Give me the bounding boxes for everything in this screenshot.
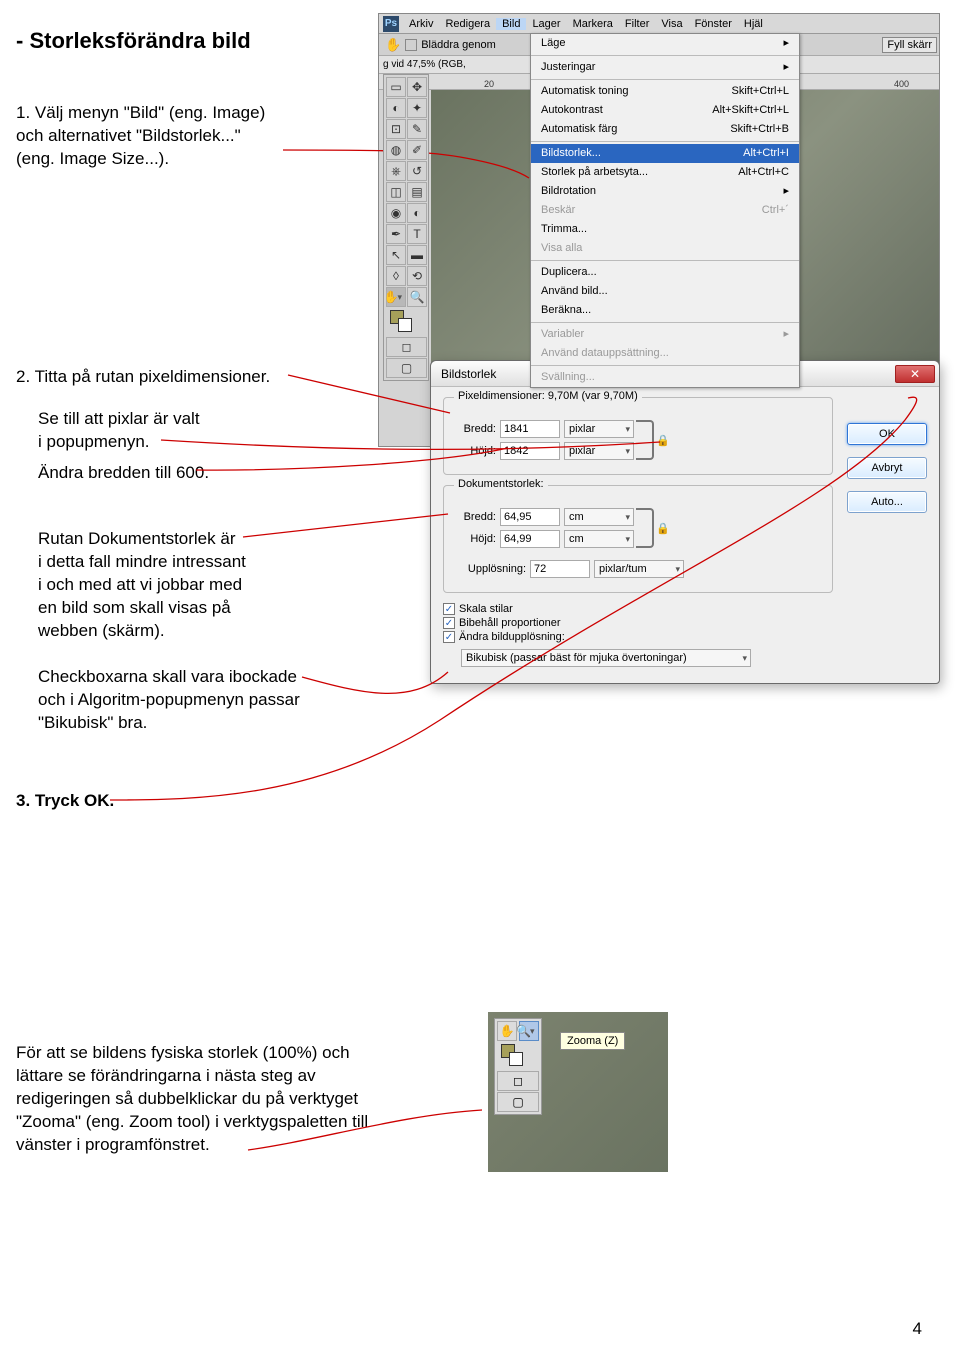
submenu-bildstorlek[interactable]: Bildstorlek... Alt+Ctrl+I	[531, 144, 799, 163]
gradient-tool-icon[interactable]: ▤	[407, 182, 427, 202]
l: Bildstorlek...	[541, 146, 601, 161]
separator	[531, 260, 799, 261]
submenu-arbetsyta[interactable]: Storlek på arbetsyta... Alt+Ctrl+C	[531, 163, 799, 182]
type-tool-icon[interactable]: T	[407, 224, 427, 244]
screenmode-icon[interactable]: ▢	[386, 358, 427, 378]
submenu-datauppsattning: Använd datauppsättning...	[531, 344, 799, 363]
eyedropper-tool-icon[interactable]: ✎	[407, 119, 427, 139]
separator	[531, 365, 799, 366]
wand-tool-icon[interactable]: ✦	[407, 98, 427, 118]
separator	[531, 322, 799, 323]
page-number: 4	[913, 1319, 922, 1339]
l: Storlek på arbetsyta...	[541, 165, 648, 180]
dodge-tool-icon[interactable]: ◐	[407, 203, 427, 223]
3d-tool-icon[interactable]: ◊	[386, 266, 406, 286]
l: Justeringar	[541, 60, 595, 75]
submenu-variabler: Variabler ▸	[531, 325, 799, 344]
submenu-lage[interactable]: Läge ▸	[531, 34, 799, 53]
r: Skift+Ctrl+B	[730, 122, 789, 137]
submenu-duplicera[interactable]: Duplicera...	[531, 263, 799, 282]
submenu-svallning: Svällning...	[531, 368, 799, 387]
stamp-tool-icon[interactable]: ⎈	[386, 161, 406, 181]
l: Läge	[541, 36, 565, 51]
submenu-berakna[interactable]: Beräkna...	[531, 301, 799, 320]
submenu-trimma[interactable]: Trimma...	[531, 220, 799, 239]
brush-tool-icon[interactable]: ✐	[407, 140, 427, 160]
pen-tool-icon[interactable]: ✒	[386, 224, 406, 244]
submenu-beskar: Beskär Ctrl+´	[531, 201, 799, 220]
r: ▸	[783, 327, 789, 342]
history-tool-icon[interactable]: ↺	[407, 161, 427, 181]
l: Variabler	[541, 327, 584, 342]
r: Alt+Ctrl+C	[738, 165, 789, 180]
l: Visa alla	[541, 241, 582, 256]
zoom-tool-icon[interactable]: 🔍	[407, 287, 427, 307]
submenu-visaalla: Visa alla	[531, 239, 799, 258]
submenu-autofarg[interactable]: Automatisk färg Skift+Ctrl+B	[531, 120, 799, 139]
l: Duplicera...	[541, 265, 597, 280]
submenu-justeringar[interactable]: Justeringar ▸	[531, 58, 799, 77]
l: Automatisk färg	[541, 122, 617, 137]
l: Använd datauppsättning...	[541, 346, 669, 361]
separator	[531, 79, 799, 80]
l: Trimma...	[541, 222, 587, 237]
move-tool-icon[interactable]: ✥	[407, 77, 427, 97]
l: Använd bild...	[541, 284, 608, 299]
l: Beskär	[541, 203, 575, 218]
r: ▸	[783, 36, 789, 51]
r: Alt+Ctrl+I	[743, 146, 789, 161]
r: Alt+Skift+Ctrl+L	[712, 103, 789, 118]
l: Bildrotation	[541, 184, 596, 199]
submenu-anvandbild[interactable]: Använd bild...	[531, 282, 799, 301]
r: ▸	[783, 60, 789, 75]
r: ▸	[783, 184, 789, 199]
tools-palette: ▭ ✥ ◐ ✦ ⊡ ✎ ◍ ✐ ⎈ ↺ ◫ ▤ ◉ ◐ ✒ T ↖ ▬ ◊ ⟲ …	[383, 74, 429, 381]
l: Svällning...	[541, 370, 595, 385]
callout-lines	[0, 0, 960, 900]
separator	[531, 141, 799, 142]
r: Skift+Ctrl+L	[732, 84, 789, 99]
l: Automatisk toning	[541, 84, 628, 99]
r: Ctrl+´	[762, 203, 789, 218]
submenu-rotation[interactable]: Bildrotation ▸	[531, 182, 799, 201]
bild-submenu: Läge ▸ Justeringar ▸ Automatisk toning Skif…	[530, 33, 800, 388]
eraser-tool-icon[interactable]: ◫	[386, 182, 406, 202]
submenu-autoton[interactable]: Automatisk toning Skift+Ctrl+L	[531, 82, 799, 101]
lasso-tool-icon[interactable]: ◐	[386, 98, 406, 118]
submenu-autokontrast[interactable]: Autokontrast Alt+Skift+Ctrl+L	[531, 101, 799, 120]
callout-lines-bottom	[0, 1000, 700, 1200]
color-swatch[interactable]	[386, 308, 427, 336]
rotate3d-tool-icon[interactable]: ⟲	[407, 266, 427, 286]
crop-tool-icon[interactable]: ⊡	[386, 119, 406, 139]
healing-tool-icon[interactable]: ◍	[386, 140, 406, 160]
blur-tool-icon[interactable]: ◉	[386, 203, 406, 223]
hand-tool-icon[interactable]: ✋	[386, 287, 406, 307]
quickmask-icon[interactable]: ◻	[386, 337, 427, 357]
l: Autokontrast	[541, 103, 603, 118]
marquee-tool-icon[interactable]: ▭	[386, 77, 406, 97]
l: Beräkna...	[541, 303, 591, 318]
shape-tool-icon[interactable]: ▬	[407, 245, 427, 265]
separator	[531, 55, 799, 56]
path-tool-icon[interactable]: ↖	[386, 245, 406, 265]
